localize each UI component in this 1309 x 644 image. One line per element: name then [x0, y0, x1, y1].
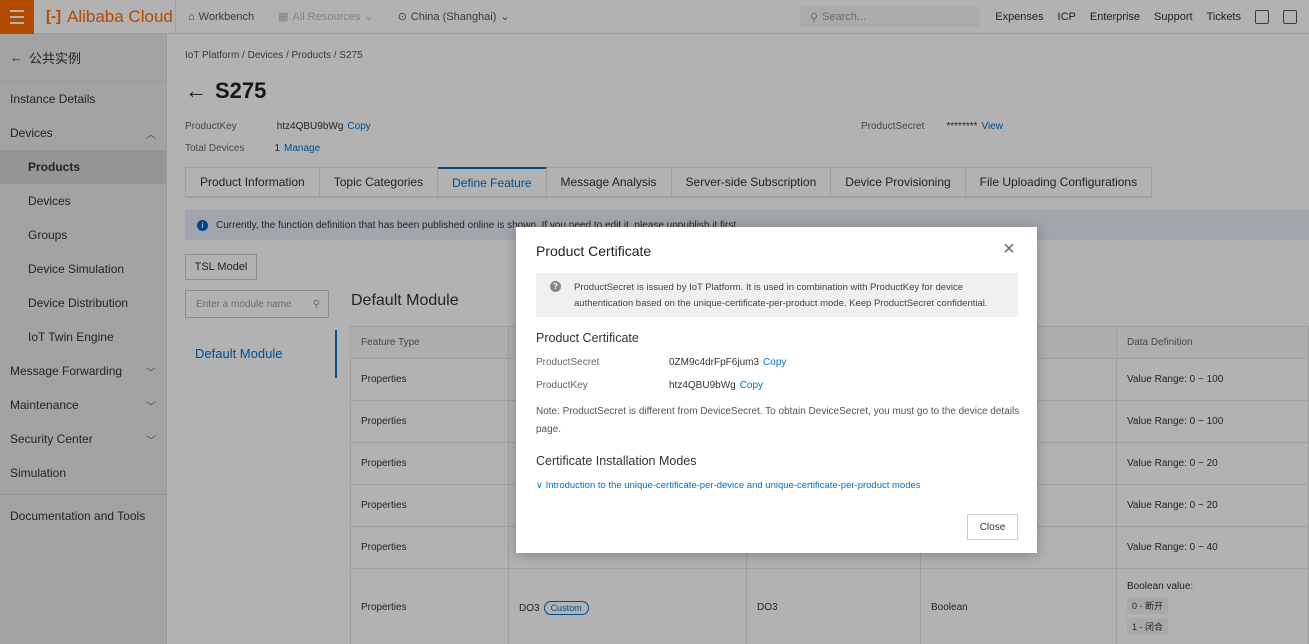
section-title: Product Certificate: [536, 331, 639, 345]
product-key-value: htz4QBU9bWg: [669, 380, 736, 391]
dialog-title: Product Certificate: [536, 243, 652, 259]
copy-product-secret-link[interactable]: Copy: [763, 357, 786, 368]
product-secret-value-row: 0ZM9c4drFpF6jum3 Copy: [669, 357, 786, 368]
question-icon: ?: [550, 281, 561, 292]
copy-product-key-link[interactable]: Copy: [740, 380, 763, 391]
installation-modes-link-text: Introduction to the unique-certificate-p…: [545, 480, 921, 491]
product-key-label: ProductKey: [536, 380, 588, 391]
dialog-note: Note: ProductSecret is different from De…: [536, 406, 1020, 435]
product-secret-label: ProductSecret: [536, 357, 600, 368]
alert-text: ProductSecret is issued by IoT Platform.…: [574, 282, 988, 309]
installation-modes-link[interactable]: ∨ Introduction to the unique-certificate…: [536, 480, 921, 491]
close-icon[interactable]: ×: [999, 239, 1019, 259]
product-certificate-dialog: Product Certificate × ? ProductSecret is…: [516, 227, 1037, 553]
dialog-alert: ? ProductSecret is issued by IoT Platfor…: [536, 273, 1018, 317]
product-key-value-row: htz4QBU9bWg Copy: [669, 380, 763, 391]
installation-modes-title: Certificate Installation Modes: [536, 454, 697, 468]
chevron-down-icon: ∨: [536, 480, 543, 491]
close-button[interactable]: Close: [967, 514, 1018, 540]
product-secret-value: 0ZM9c4drFpF6jum3: [669, 357, 760, 368]
